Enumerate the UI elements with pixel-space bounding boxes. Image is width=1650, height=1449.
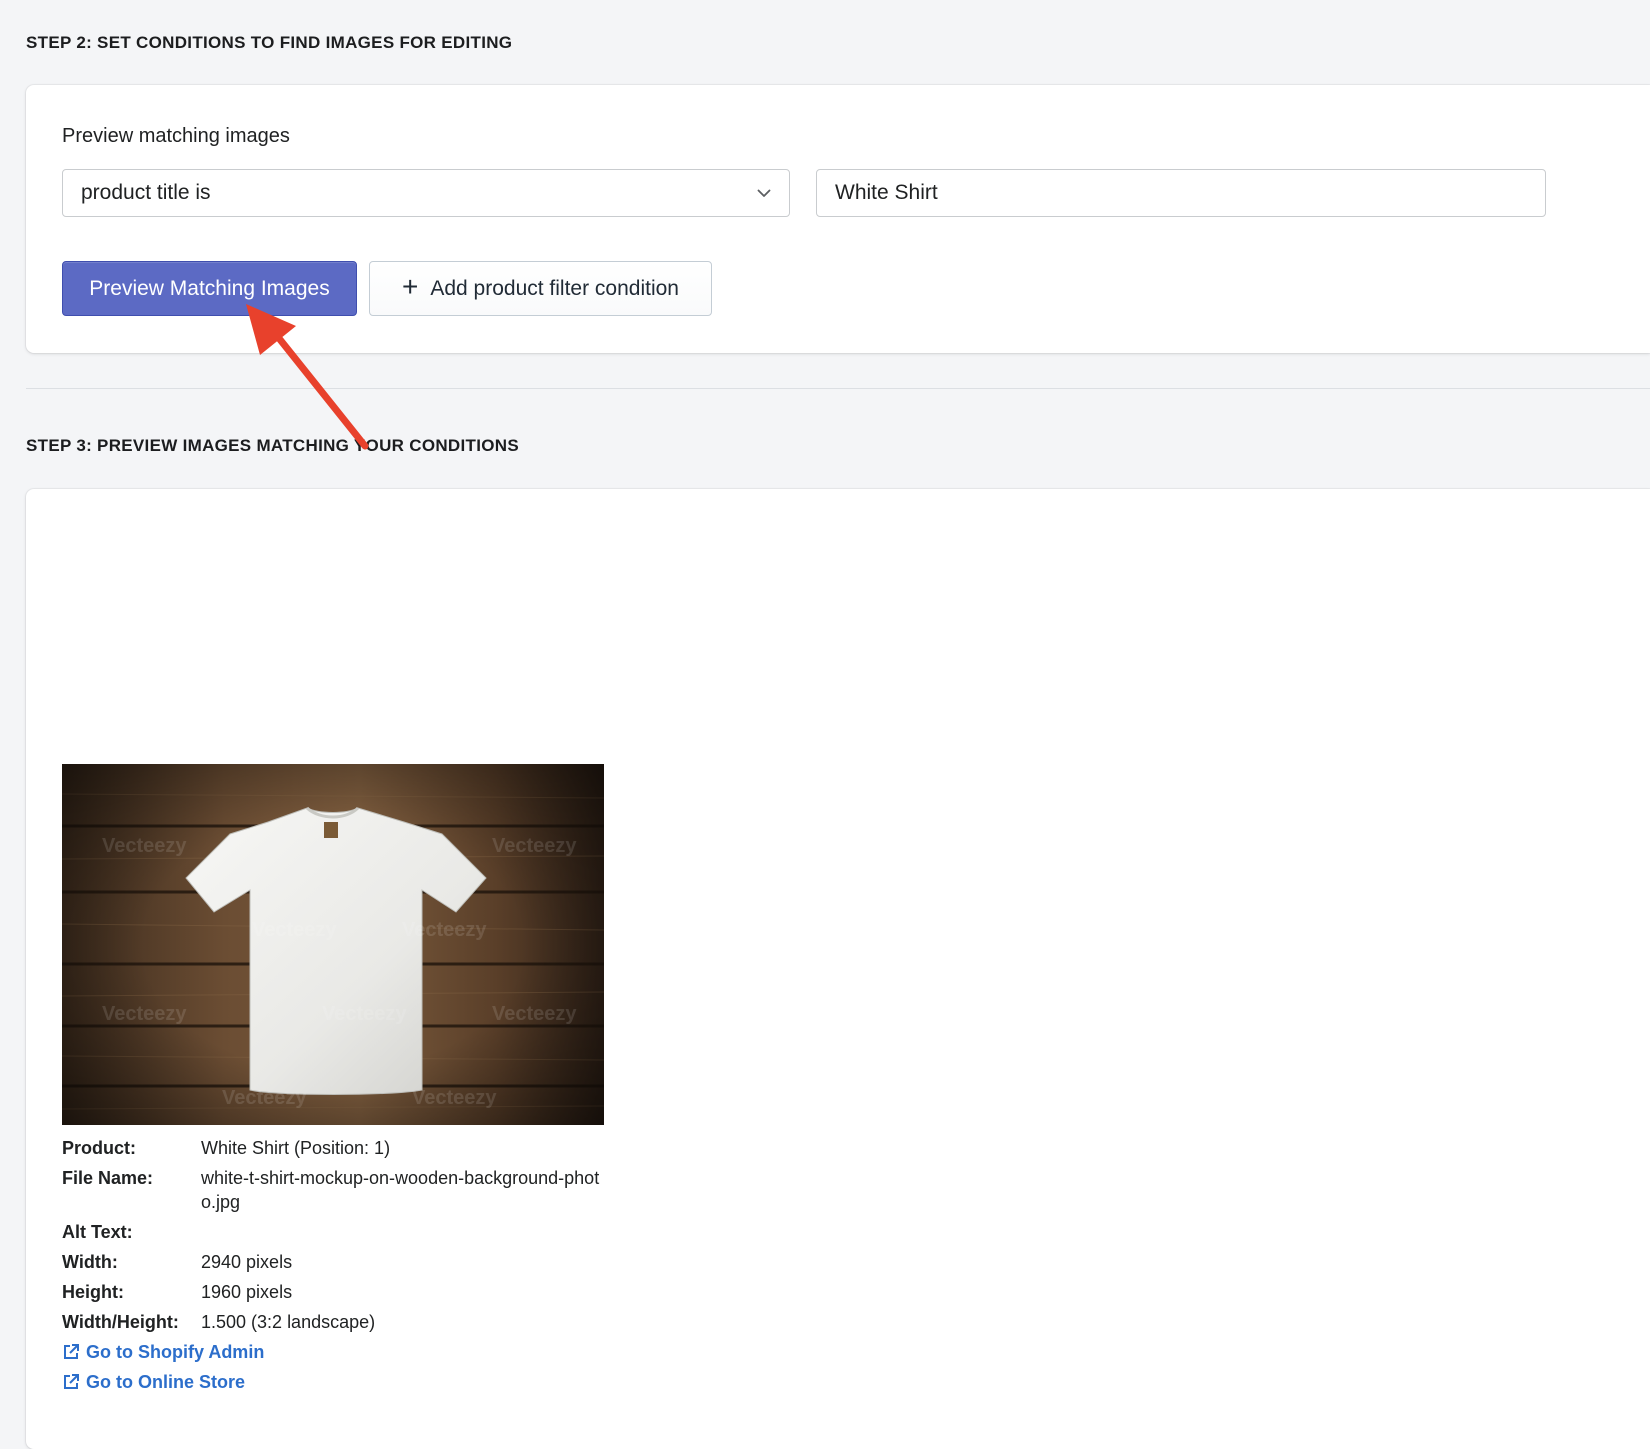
condition-select[interactable]: product title is [62,169,790,217]
file-name-value: white-t-shirt-mockup-on-wooden-backgroun… [201,1168,600,1212]
alt-text-label: Alt Text: [62,1222,133,1242]
watermark: Vecteezy [222,1087,307,1109]
watermark: Vecteezy [412,1087,497,1109]
conditions-card: Preview matching images product title is… [26,85,1650,353]
tshirt-photo: Vecteezy Vecteezy Vecteezy Vecteezy Vect… [62,764,604,1125]
plus-icon: + [401,271,419,302]
watermark: Vecteezy [102,835,187,857]
step3-heading: STEP 3: PREVIEW IMAGES MATCHING YOUR CON… [26,436,519,455]
ratio-value: 1.500 (3:2 landscape) [201,1312,376,1332]
add-condition-label: Add product filter condition [430,276,679,300]
alt-text-value [201,1220,601,1244]
width-label: Width: [62,1252,118,1272]
condition-value-input[interactable] [816,169,1546,217]
watermark: Vecteezy [492,1003,577,1025]
preview-results-card: Vecteezy Vecteezy Vecteezy Vecteezy Vect… [26,489,1650,1449]
preview-matching-label: Preview matching images [62,125,290,147]
external-link-icon [64,1374,79,1389]
meta-row-width: Width: 2940 pixels [62,1250,601,1274]
watermark: Vecteezy [102,1003,187,1025]
image-metadata: Product: White Shirt (Position: 1) File … [62,1136,601,1400]
width-value: 2940 pixels [201,1252,293,1272]
section-divider [26,388,1650,389]
ratio-label: Width/Height: [62,1312,179,1332]
meta-row-height: Height: 1960 pixels [62,1280,601,1304]
watermark: Vecteezy [252,919,337,941]
preview-button-label: Preview Matching Images [89,276,330,300]
go-to-shopify-admin-link[interactable]: Go to Shopify Admin [62,1340,601,1364]
chevron-down-icon [757,189,771,197]
file-name-label: File Name: [62,1168,154,1188]
product-value: White Shirt (Position: 1) [201,1138,391,1158]
watermark: Vecteezy [492,835,577,857]
watermark: Vecteezy [322,1003,407,1025]
condition-select-value: product title is [81,181,211,204]
external-link-icon [64,1344,79,1359]
add-product-filter-condition-button[interactable]: + Add product filter condition [369,261,712,316]
online-store-link-label: Go to Online Store [86,1372,246,1392]
shopify-admin-link-label: Go to Shopify Admin [86,1342,265,1362]
meta-row-product: Product: White Shirt (Position: 1) [62,1136,601,1160]
go-to-online-store-link[interactable]: Go to Online Store [62,1370,601,1394]
product-image-white-shirt[interactable]: Vecteezy Vecteezy Vecteezy Vecteezy Vect… [62,764,604,1125]
meta-row-file-name: File Name: white-t-shirt-mockup-on-woode… [62,1166,601,1214]
step2-heading: STEP 2: SET CONDITIONS TO FIND IMAGES FO… [26,33,513,52]
preview-matching-images-button[interactable]: Preview Matching Images [62,261,357,316]
meta-row-alt-text: Alt Text: [62,1220,601,1244]
height-value: 1960 pixels [201,1282,293,1302]
product-label: Product: [62,1138,136,1158]
height-label: Height: [62,1282,124,1302]
meta-row-ratio: Width/Height: 1.500 (3:2 landscape) [62,1310,601,1334]
watermark: Vecteezy [402,919,487,941]
